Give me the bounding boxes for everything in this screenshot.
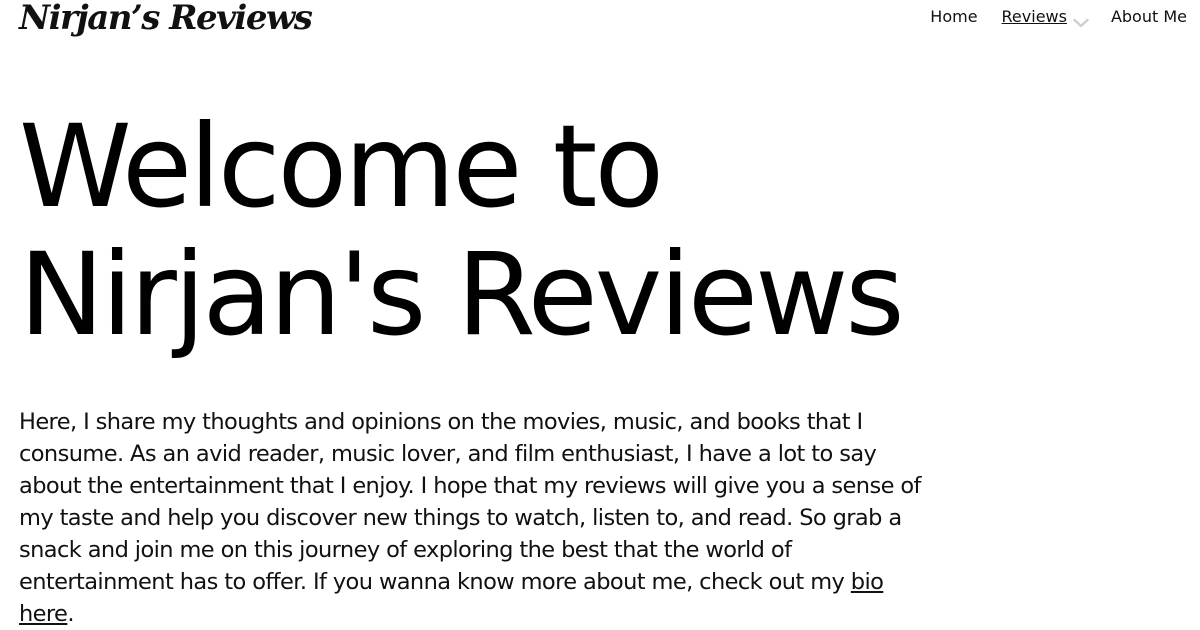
nav-reviews-dropdown[interactable]: Reviews [1002, 6, 1089, 28]
intro-paragraph: Here, I share my thoughts and opinions o… [19, 406, 924, 630]
page-title-line-2: Nirjan's Reviews [19, 228, 905, 361]
main-nav: Home Reviews About Me [930, 6, 1187, 28]
site-logo[interactable]: Nirjan’s Reviews [19, 0, 313, 40]
intro-text: Here, I share my thoughts and opinions o… [19, 409, 921, 595]
nav-reviews-link[interactable]: Reviews [1002, 6, 1067, 28]
chevron-down-icon[interactable] [1073, 13, 1089, 27]
intro-end: . [67, 601, 74, 627]
nav-home-link[interactable]: Home [930, 6, 977, 28]
page-title-line-1: Welcome to [19, 100, 664, 233]
page-title: Welcome to Nirjan's Reviews [19, 100, 905, 361]
site-header: Nirjan’s Reviews Home Reviews About Me [0, 0, 1200, 50]
nav-about-link[interactable]: About Me [1111, 6, 1187, 28]
